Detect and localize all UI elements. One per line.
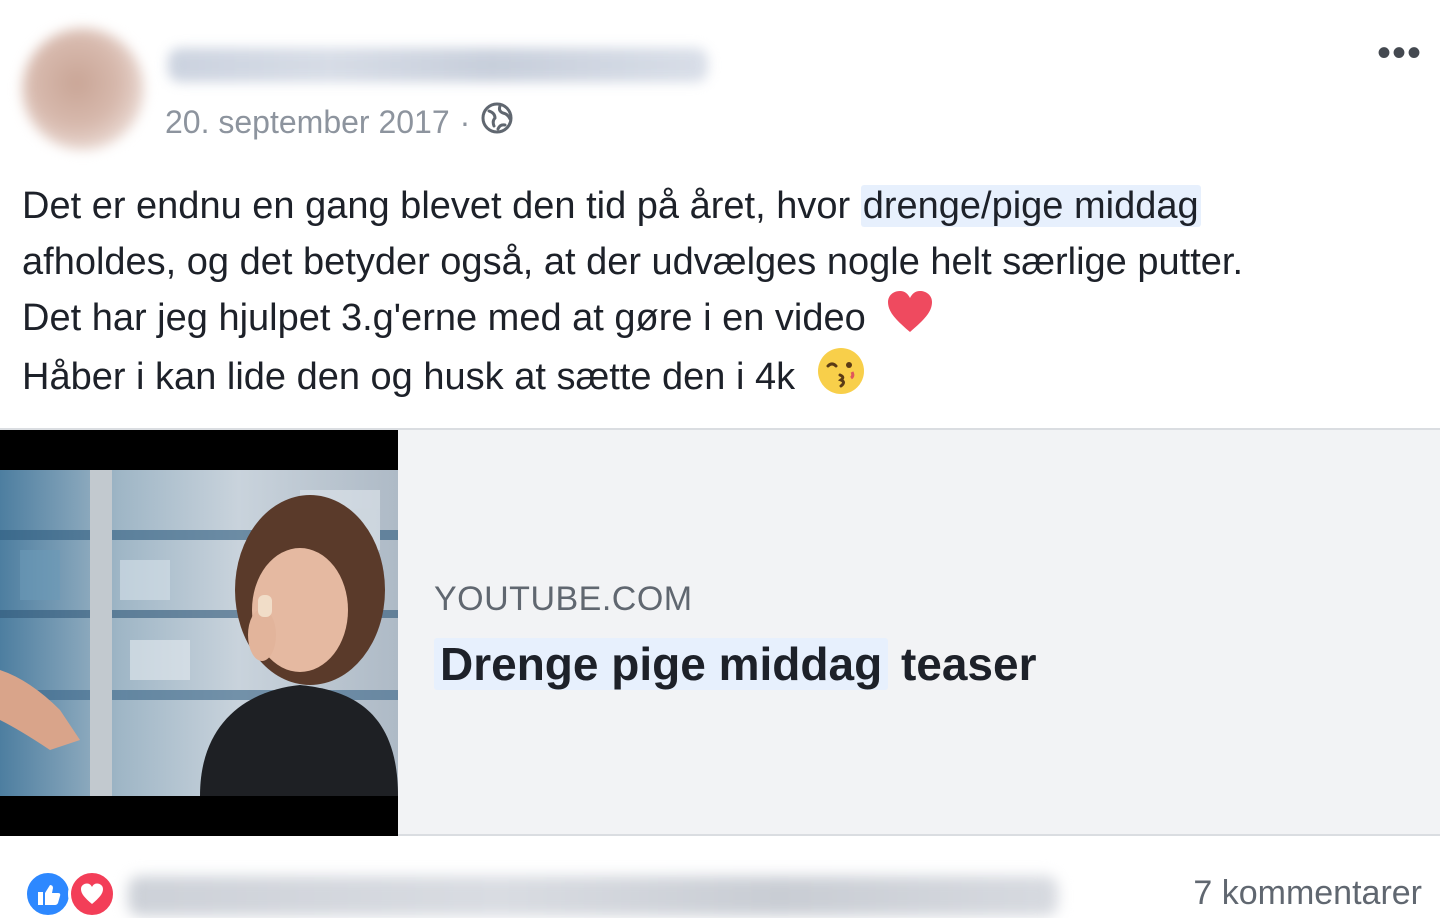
post-line-1-text: Det er endnu en gang blevet den tid på å… <box>22 185 861 227</box>
author-avatar[interactable] <box>22 28 144 150</box>
post-footer: 7 kommentarer <box>0 848 1440 918</box>
heart-emoji <box>886 290 934 350</box>
link-title-rest: teaser <box>888 638 1037 690</box>
kissing-face-emoji <box>816 346 866 412</box>
video-thumbnail[interactable] <box>0 430 398 836</box>
link-title-tag[interactable]: Drenge pige middag <box>434 638 889 690</box>
link-domain: YOUTUBE.COM <box>434 580 693 618</box>
link-title[interactable]: Drenge pige middag teaser <box>434 637 1037 691</box>
post-text: Det er endnu en gang blevet den tid på å… <box>22 178 1422 402</box>
comments-count-link[interactable]: 7 kommentarer <box>1193 874 1422 913</box>
globe-icon[interactable] <box>480 101 514 143</box>
post-line-1: Det er endnu en gang blevet den tid på å… <box>22 178 1422 234</box>
author-name-redacted[interactable] <box>168 48 708 82</box>
reactors-names-redacted[interactable] <box>128 876 1058 916</box>
post-line-3: Det har jeg hjulpet 3.g'erne med at gøre… <box>22 290 1422 346</box>
post-line-2: afholdes, og det betyder også, at der ud… <box>22 241 1244 283</box>
more-options-button[interactable]: ••• <box>1377 33 1422 73</box>
post-line-3-text: Det har jeg hjulpet 3.g'erne med at gøre… <box>22 297 866 340</box>
post-line-4: Håber i kan lide den og husk at sætte de… <box>22 346 1422 402</box>
meta-separator: · <box>459 103 471 140</box>
link-preview-card[interactable]: YOUTUBE.COM Drenge pige middag teaser <box>0 428 1440 836</box>
like-icon[interactable] <box>24 870 72 918</box>
love-icon[interactable] <box>68 870 116 918</box>
post-meta: 20. september 2017 · <box>165 100 514 144</box>
post-date[interactable]: 20. september 2017 <box>165 104 450 141</box>
link-card-body: YOUTUBE.COM Drenge pige middag teaser <box>434 580 1037 691</box>
post-line-4-text: Håber i kan lide den og husk at sætte de… <box>22 356 796 399</box>
tag-link[interactable]: drenge/pige middag <box>860 185 1201 227</box>
